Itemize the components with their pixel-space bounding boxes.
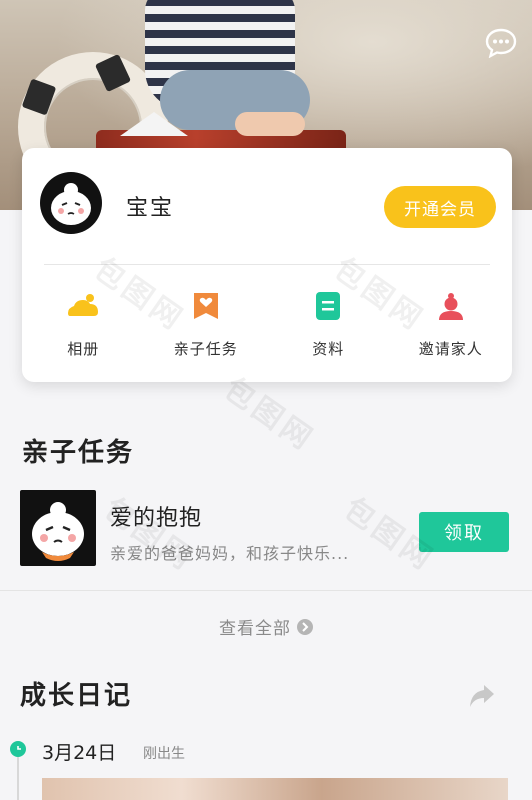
menu-label: 资料 (312, 340, 345, 358)
task-heart-icon (188, 288, 224, 324)
profile-card: 宝宝 开通会员 相册 亲子任务 资料 邀请家人 (22, 148, 512, 382)
username: 宝宝 (126, 196, 175, 221)
quick-menu: 相册 亲子任务 资料 邀请家人 (22, 288, 512, 368)
view-all-link[interactable]: 查看全部 (0, 614, 532, 639)
menu-item-album[interactable]: 相册 (22, 288, 145, 368)
avatar[interactable] (40, 172, 102, 234)
task-name: 爱的抱抱 (110, 506, 203, 531)
section-title-diary: 成长日记 (20, 681, 133, 711)
menu-label: 相册 (67, 340, 100, 358)
menu-item-profile-info[interactable]: 资料 (267, 288, 390, 368)
share-icon[interactable] (468, 683, 496, 709)
open-vip-button[interactable]: 开通会员 (384, 186, 496, 228)
profile-doc-icon (310, 288, 346, 324)
claim-button[interactable]: 领取 (419, 512, 509, 552)
timeline-line (17, 757, 19, 800)
view-all-label: 查看全部 (219, 619, 291, 639)
menu-label: 亲子任务 (173, 340, 238, 358)
task-thumbnail[interactable] (20, 490, 96, 566)
diary-date: 3月24日 (42, 742, 117, 764)
child-feet-image (235, 112, 305, 136)
section-title-tasks: 亲子任务 (22, 438, 135, 468)
task-description: 亲爱的爸爸妈妈，和孩子快乐... (110, 544, 350, 563)
menu-item-invite-family[interactable]: 邀请家人 (390, 288, 513, 368)
diary-age-label: 刚出生 (143, 746, 185, 762)
divider (0, 590, 532, 591)
album-icon (65, 288, 101, 324)
menu-item-family-tasks[interactable]: 亲子任务 (145, 288, 268, 368)
chevron-right-icon (297, 618, 313, 635)
invite-person-icon (433, 288, 469, 324)
card-divider (44, 264, 490, 265)
menu-label: 邀请家人 (418, 340, 483, 358)
watermark: 包图网 (97, 491, 201, 579)
paper-boat-image (120, 112, 188, 136)
diary-photo[interactable] (42, 778, 508, 800)
message-icon[interactable] (484, 26, 518, 60)
clock-icon (10, 741, 26, 757)
